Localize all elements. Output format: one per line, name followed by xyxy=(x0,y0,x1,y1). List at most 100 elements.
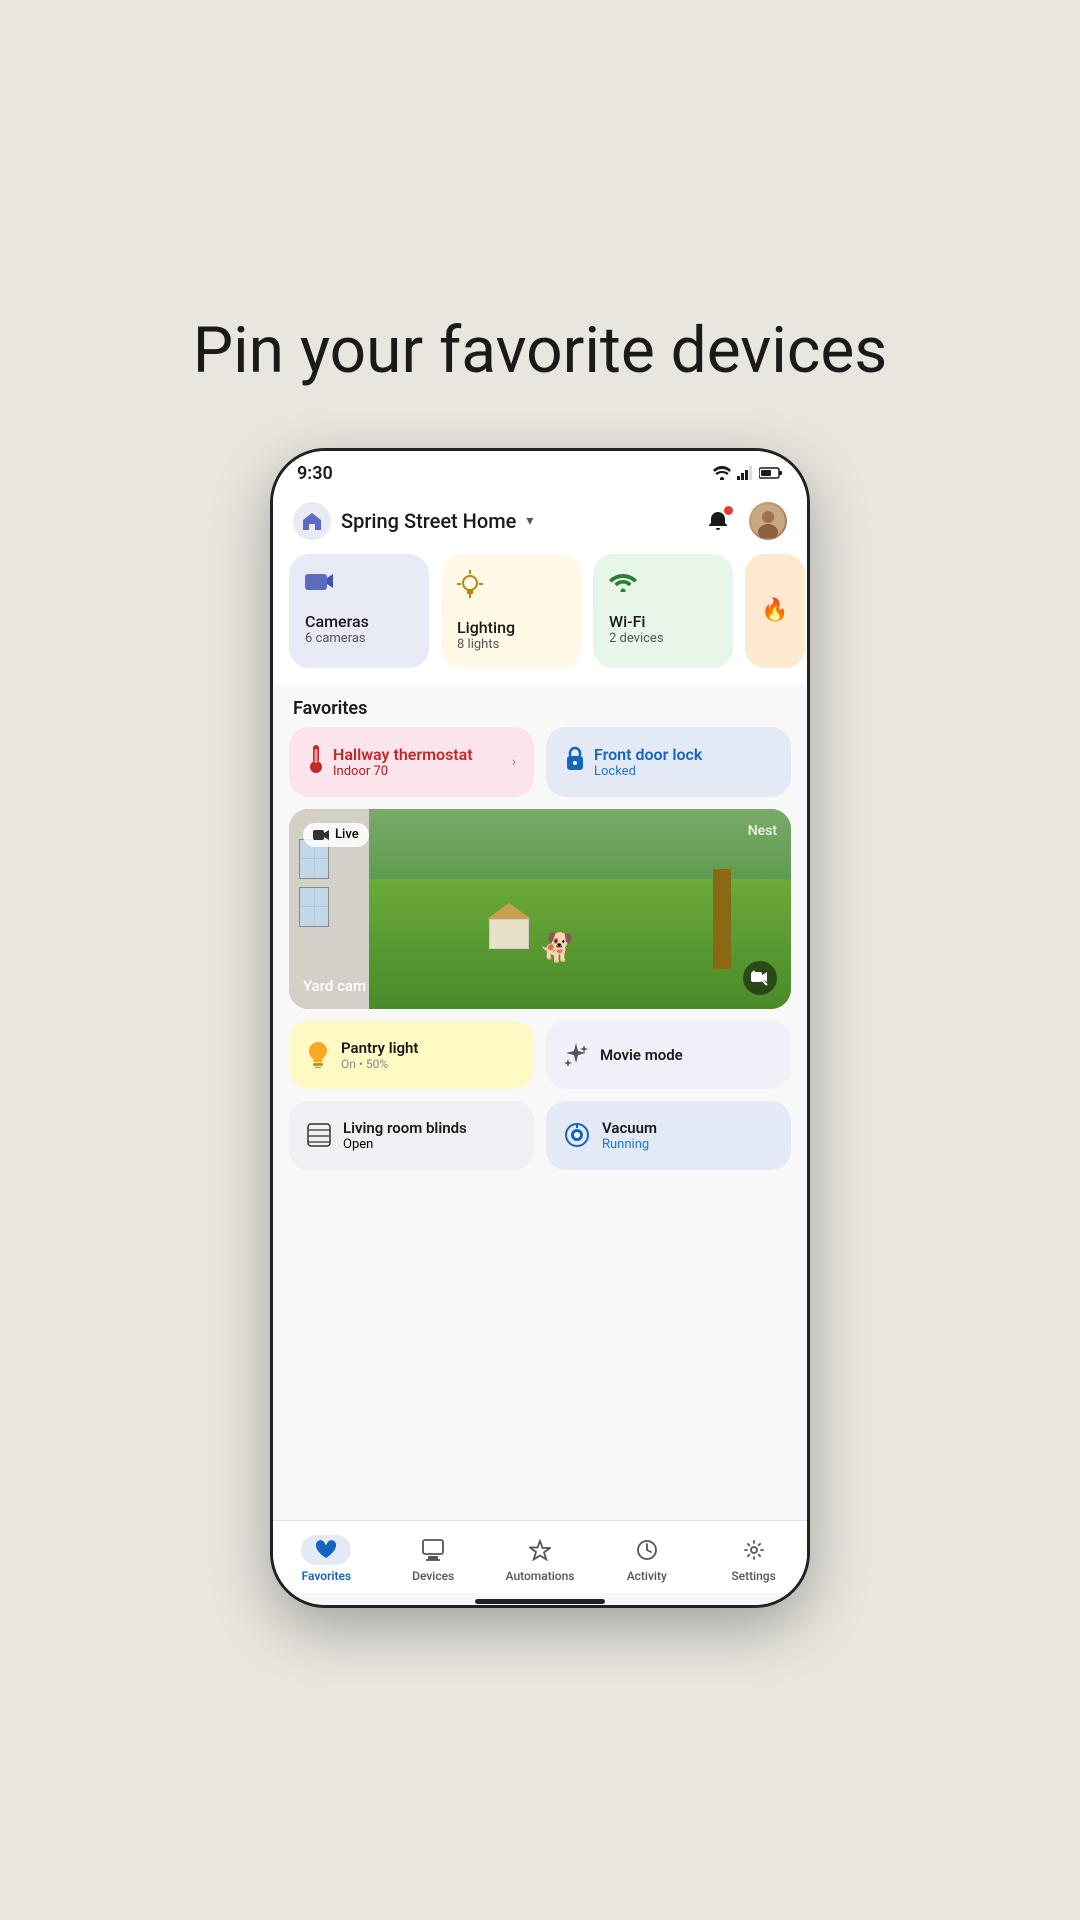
header-actions xyxy=(699,502,787,540)
bottom-nav: Favorites Devices xyxy=(273,1520,807,1593)
lock-sub: Locked xyxy=(594,764,702,779)
lock-title: Front door lock xyxy=(594,745,702,764)
home-selector[interactable]: Spring Street Home ▾ xyxy=(293,502,533,540)
home-indicator xyxy=(475,1599,605,1604)
nest-badge: Nest xyxy=(748,823,777,839)
thermostat-icon-row: Hallway thermostat Indoor 70 xyxy=(307,745,473,779)
app-content: Spring Street Home ▾ xyxy=(273,492,807,1604)
live-label: Live xyxy=(335,827,359,842)
camera-feed[interactable]: 🐕 Live Nest Yard cam xyxy=(289,809,791,1009)
status-bar: 9:30 xyxy=(273,451,807,492)
wifi-icon xyxy=(713,466,731,480)
camera-name: Yard cam xyxy=(303,977,366,995)
vacuum-icon xyxy=(564,1122,590,1148)
nav-settings[interactable]: Settings xyxy=(700,1531,807,1587)
phone-frame: 9:30 xyxy=(270,448,810,1608)
signal-icon xyxy=(737,466,753,480)
tree xyxy=(713,869,731,969)
quick-actions-row: Pantry light On • 50% Movie mode xyxy=(273,1021,807,1101)
doghouse xyxy=(489,903,531,949)
lighting-sub: 8 lights xyxy=(457,637,565,652)
favorites-row: Hallway thermostat Indoor 70 › xyxy=(273,727,807,809)
page-wrapper: Pin your favorite devices 9:30 xyxy=(0,0,1080,1920)
action-blinds[interactable]: Living room blinds Open xyxy=(289,1101,534,1170)
status-icons xyxy=(713,466,783,480)
doghouse-roof xyxy=(487,903,531,919)
blinds-title: Living room blinds xyxy=(343,1119,467,1137)
blinds-text: Living room blinds Open xyxy=(343,1119,467,1152)
thermostat-header: Hallway thermostat Indoor 70 › xyxy=(307,745,516,779)
avatar-image xyxy=(751,504,785,538)
movie-text: Movie mode xyxy=(600,1046,683,1064)
action-pantry[interactable]: Pantry light On • 50% xyxy=(289,1021,534,1089)
app-header: Spring Street Home ▾ xyxy=(273,492,807,554)
action-movie[interactable]: Movie mode xyxy=(546,1021,791,1089)
nav-devices[interactable]: Devices xyxy=(380,1531,487,1587)
fav-thermostat[interactable]: Hallway thermostat Indoor 70 › xyxy=(289,727,534,797)
camera-small-icon xyxy=(313,827,329,843)
page-title: Pin your favorite devices xyxy=(193,313,888,388)
wifi-cat-icon xyxy=(609,570,637,592)
dog: 🐕 xyxy=(539,931,574,964)
bulb-icon xyxy=(307,1042,329,1068)
user-avatar[interactable] xyxy=(749,502,787,540)
blinds-icon xyxy=(307,1123,331,1147)
pantry-text: Pantry light On • 50% xyxy=(341,1039,418,1071)
lock-icon xyxy=(564,745,586,771)
blinds-sub: Open xyxy=(343,1137,467,1152)
devices-icon xyxy=(422,1539,444,1561)
house-window-2 xyxy=(299,887,329,927)
notification-dot xyxy=(724,506,733,515)
camera-icon xyxy=(305,570,333,592)
chevron-down-icon: ▾ xyxy=(526,513,533,529)
status-time: 9:30 xyxy=(297,463,333,484)
nav-activity-icon-wrap xyxy=(622,1535,672,1565)
nav-automations-icon-wrap xyxy=(515,1535,565,1565)
automations-icon xyxy=(529,1539,551,1561)
no-record-icon xyxy=(751,969,769,987)
settings-gear-icon xyxy=(743,1539,765,1561)
lock-icon-row: Front door lock Locked xyxy=(564,745,773,779)
house-icon xyxy=(301,511,323,531)
pantry-title: Pantry light xyxy=(341,1039,418,1057)
thermostat-title: Hallway thermostat xyxy=(333,745,473,764)
nav-automations-label: Automations xyxy=(506,1569,575,1583)
favorites-label: Favorites xyxy=(273,684,807,727)
vacuum-title: Vacuum xyxy=(602,1119,657,1137)
category-wifi[interactable]: Wi-Fi 2 devices xyxy=(593,554,733,668)
movie-title: Movie mode xyxy=(600,1046,683,1064)
house-windows xyxy=(299,839,329,927)
fav-lock[interactable]: Front door lock Locked xyxy=(546,727,791,797)
category-cameras[interactable]: Cameras 6 cameras xyxy=(289,554,429,668)
lighting-name: Lighting xyxy=(457,618,565,637)
nav-favorites[interactable]: Favorites xyxy=(273,1531,380,1587)
category-lighting[interactable]: Lighting 8 lights xyxy=(441,554,581,668)
activity-icon xyxy=(636,1539,658,1561)
cameras-sub: 6 cameras xyxy=(305,631,413,646)
categories-row: Cameras 6 cameras Lighting xyxy=(273,554,807,684)
vacuum-sub: Running xyxy=(602,1137,657,1152)
action-vacuum[interactable]: Vacuum Running xyxy=(546,1101,791,1170)
lock-text: Front door lock Locked xyxy=(594,745,702,779)
tree-trunk xyxy=(713,869,731,969)
nav-favorites-label: Favorites xyxy=(302,1569,352,1583)
live-badge: Live xyxy=(303,823,369,847)
heart-icon xyxy=(315,1540,337,1560)
nav-settings-label: Settings xyxy=(731,1569,775,1583)
nav-activity[interactable]: Activity xyxy=(593,1531,700,1587)
thermostat-sub: Indoor 70 xyxy=(333,764,473,779)
nav-devices-icon-wrap xyxy=(408,1535,458,1565)
nav-favorites-icon-wrap xyxy=(301,1535,351,1565)
wifi-name: Wi-Fi xyxy=(609,612,717,631)
second-row: Living room blinds Open Vacuum Running xyxy=(273,1101,807,1182)
no-record-button[interactable] xyxy=(743,961,777,995)
notification-button[interactable] xyxy=(699,502,737,540)
home-name: Spring Street Home xyxy=(341,509,516,533)
thermometer-icon xyxy=(307,745,325,773)
category-partial[interactable]: 🔥 xyxy=(745,554,805,668)
nav-automations[interactable]: Automations xyxy=(487,1531,594,1587)
battery-icon xyxy=(759,466,783,480)
nav-settings-icon-wrap xyxy=(729,1535,779,1565)
vacuum-text: Vacuum Running xyxy=(602,1119,657,1152)
nav-devices-label: Devices xyxy=(412,1569,454,1583)
